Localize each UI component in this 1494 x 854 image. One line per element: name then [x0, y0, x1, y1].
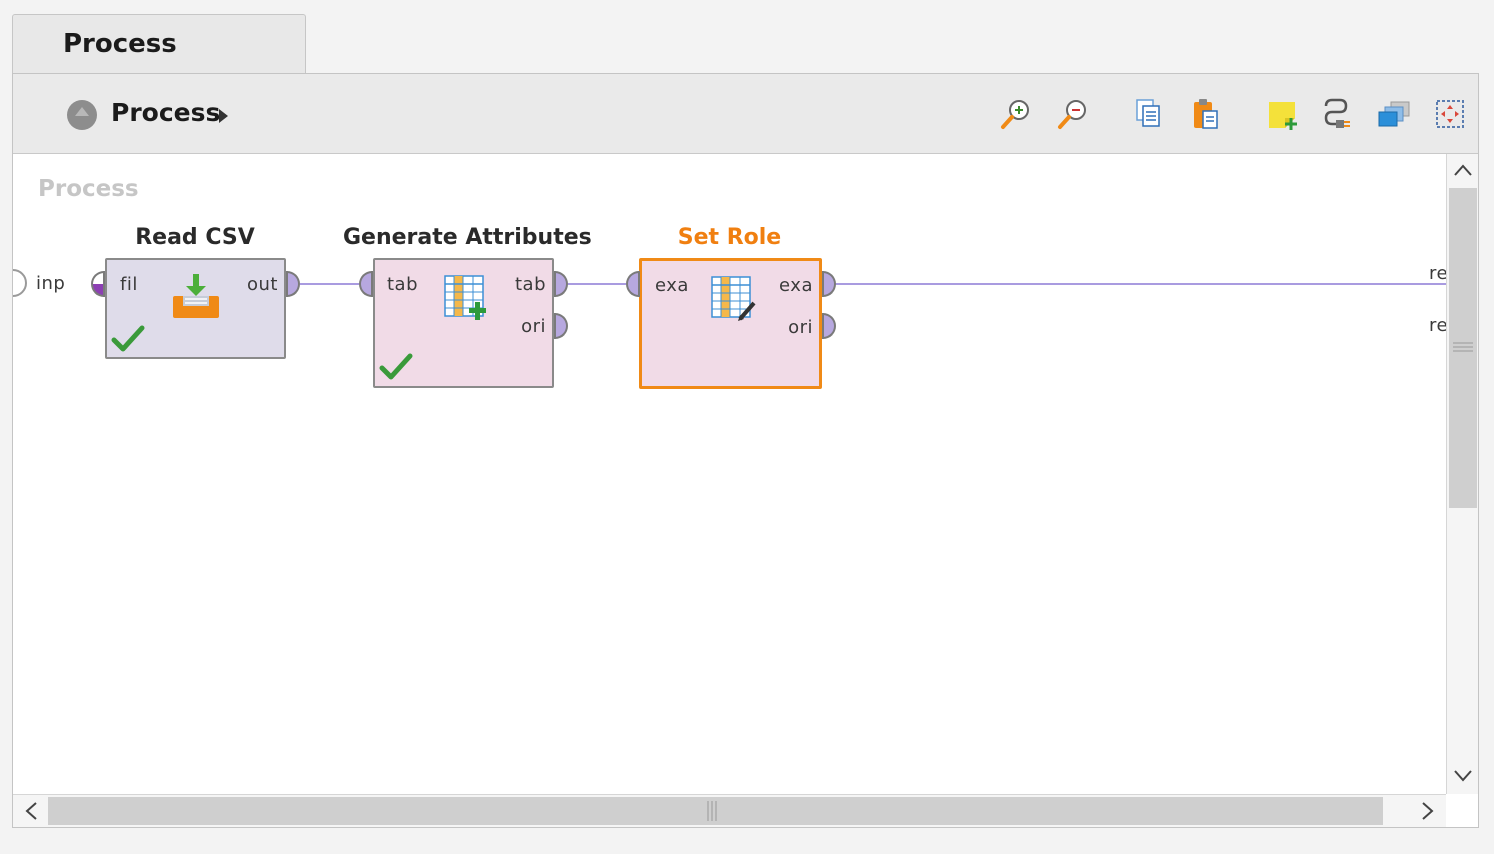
zoom-out-icon[interactable] [1055, 96, 1091, 132]
result-port-label: re [1429, 263, 1446, 284]
zoom-in-icon[interactable] [998, 96, 1034, 132]
output-port-label: tab [514, 274, 546, 295]
fit-view-icon[interactable] [1432, 96, 1468, 132]
process-tab[interactable]: Process [12, 14, 306, 74]
add-note-icon[interactable] [1265, 96, 1301, 132]
connection-lines [300, 283, 1446, 285]
grip-icon [707, 801, 717, 821]
process-canvas[interactable]: Process inp re re Read CSV fil out Gener… [13, 154, 1446, 794]
operator-set-role[interactable]: exa exa ori [639, 258, 822, 389]
parent-process-button[interactable] [67, 100, 97, 130]
operator-title-generate-attributes[interactable]: Generate Attributes [343, 225, 592, 250]
output-port-label: out [247, 274, 278, 295]
horizontal-scrollbar[interactable] [13, 794, 1446, 827]
grip-icon [1453, 342, 1473, 352]
result-port-label: re [1429, 315, 1446, 336]
canvas-watermark: Process [38, 176, 139, 202]
operator-title-read-csv[interactable]: Read CSV [105, 225, 285, 250]
copy-icon[interactable] [1131, 96, 1167, 132]
operator-read-csv[interactable]: fil out [105, 258, 286, 359]
read-csv-input-port[interactable] [91, 271, 105, 297]
vertical-scroll-thumb[interactable] [1449, 188, 1477, 508]
input-port-label: tab [387, 274, 419, 295]
read-csv-output-port[interactable] [286, 271, 300, 297]
vertical-scrollbar[interactable] [1446, 154, 1478, 794]
input-port-label: exa [655, 275, 689, 296]
status-ok-icon [379, 353, 413, 380]
table-edit-icon [711, 276, 756, 321]
output-port-label: exa [779, 275, 813, 296]
output-port-label: ori [788, 317, 813, 338]
set-role-input-port[interactable] [626, 271, 640, 297]
scroll-down-icon[interactable] [1453, 768, 1473, 784]
process-input-port-label: inp [36, 273, 66, 294]
input-port-label: fil [120, 274, 138, 295]
process-input-port[interactable] [13, 269, 27, 297]
output-port-label: ori [521, 316, 546, 337]
set-role-output-port-exa[interactable] [822, 271, 836, 297]
operator-generate-attributes[interactable]: tab tab ori [373, 258, 554, 388]
scroll-right-icon[interactable] [1420, 801, 1436, 821]
breadcrumb-process[interactable]: Process [111, 98, 220, 127]
status-ok-icon [111, 325, 145, 352]
process-panel: Process Process inp re re Read CSV fil o… [12, 73, 1479, 828]
process-tab-label: Process [63, 29, 177, 59]
scroll-left-icon[interactable] [23, 801, 39, 821]
breadcrumb-expand-icon[interactable] [219, 109, 228, 123]
read-file-icon [173, 274, 219, 318]
table-add-icon [444, 275, 486, 320]
process-toolbar: Process [13, 74, 1478, 154]
set-role-output-port-ori[interactable] [822, 313, 836, 339]
generate-attributes-output-port-tab[interactable] [554, 271, 568, 297]
auto-wire-icon[interactable] [1320, 96, 1356, 132]
generate-attributes-output-port-ori[interactable] [554, 313, 568, 339]
horizontal-scroll-thumb[interactable] [48, 797, 1383, 825]
arrange-icon[interactable] [1377, 96, 1413, 132]
paste-icon[interactable] [1188, 96, 1224, 132]
operator-title-set-role[interactable]: Set Role [639, 225, 820, 250]
generate-attributes-input-port[interactable] [359, 271, 373, 297]
scroll-up-icon[interactable] [1453, 162, 1473, 178]
